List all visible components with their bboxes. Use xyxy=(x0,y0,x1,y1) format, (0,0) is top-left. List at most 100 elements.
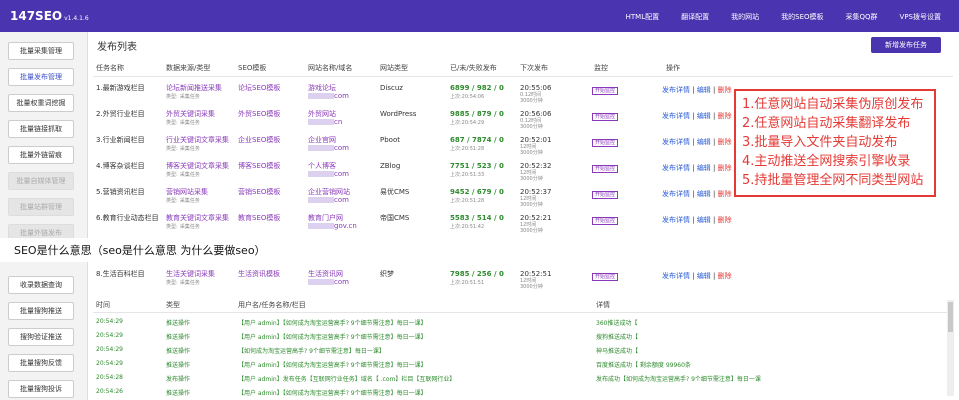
task-domain[interactable]: cn xyxy=(334,118,342,126)
monitor-button[interactable]: 开始监控 xyxy=(592,165,619,173)
task-next-publish: 20:52:37 xyxy=(520,188,552,196)
sidebar-item-link-crawl[interactable]: 批量链接抓取 xyxy=(8,120,74,138)
task-type-label: 类型: xyxy=(166,94,178,100)
task-type-label: 类型: xyxy=(166,198,178,204)
task-site-name[interactable]: 教育门户网 xyxy=(308,214,343,222)
task-site-name[interactable]: 企业营销网站 xyxy=(308,188,350,196)
task-source[interactable]: 教育关键词文章采集 xyxy=(166,214,229,222)
edit-link[interactable]: 编辑 xyxy=(697,190,711,198)
monitor-button[interactable]: 开始监控 xyxy=(592,87,619,95)
task-seo-template[interactable]: 生活资讯模板 xyxy=(238,270,280,278)
task-site-name[interactable]: 外贸网站 xyxy=(308,110,336,118)
task-domain[interactable]: com xyxy=(334,196,349,204)
monitor-button[interactable]: 开始监控 xyxy=(592,113,619,121)
task-site-name[interactable]: 企业官网 xyxy=(308,136,336,144)
publish-detail-link[interactable]: 发布详情 xyxy=(662,138,690,146)
log-detail: 发布成功【如何成为淘宝运营高手? 9个细节需注意】每日一课 xyxy=(596,376,761,383)
edit-link[interactable]: 编辑 xyxy=(697,138,711,146)
sidebar-item-site-group[interactable]: 批量站群管理 xyxy=(8,198,74,216)
delete-link[interactable]: 删除 xyxy=(718,112,732,120)
edit-link[interactable]: 编辑 xyxy=(697,112,711,120)
nav-my-seo-templates[interactable]: 我的SEO模板 xyxy=(781,12,823,22)
task-domain[interactable]: com xyxy=(334,92,349,100)
domain-blur xyxy=(308,93,334,99)
task-interval: 12时间 3000分钟 xyxy=(520,278,543,290)
delete-link[interactable]: 删除 xyxy=(718,138,732,146)
task-seo-template[interactable]: 论坛SEO模板 xyxy=(238,84,280,92)
monitor-button[interactable]: 开始监控 xyxy=(592,191,619,199)
edit-link[interactable]: 编辑 xyxy=(697,216,711,224)
task-site-name[interactable]: 游戏论坛 xyxy=(308,84,336,92)
sidebar-item-media[interactable]: 批量自媒体管理 xyxy=(8,172,74,190)
caption-overlay: SEO是什么意思（seo是什么意思 为什么要做seo） xyxy=(0,238,959,262)
delete-link[interactable]: 删除 xyxy=(718,190,732,198)
publish-detail-link[interactable]: 发布详情 xyxy=(662,190,690,198)
publish-detail-link[interactable]: 发布详情 xyxy=(662,112,690,120)
nav-my-sites[interactable]: 我的网站 xyxy=(731,12,759,22)
log-scrollbar[interactable] xyxy=(947,300,954,396)
task-seo-template[interactable]: 教育SEO模板 xyxy=(238,214,280,222)
nav-qq-group[interactable]: 采集QQ群 xyxy=(846,12,878,22)
feature-callout: 1.任意网站自动采集伪原创发布 2.任意网站自动采集翻译发布 3.批量导入文件夹… xyxy=(734,89,936,197)
log-task: 【用户 admin】【如何成为淘宝运营高手? 9个细节需注意】每日一课】 xyxy=(238,320,427,327)
domain-blur xyxy=(308,223,334,229)
task-source[interactable]: 博客关键词文章采集 xyxy=(166,162,229,170)
task-site-name[interactable]: 个人博客 xyxy=(308,162,336,170)
task-domain[interactable]: com xyxy=(334,170,349,178)
sidebar-item-sogou-complaint[interactable]: 批量搜狗投诉 xyxy=(8,380,74,398)
task-next-publish: 20:55:06 xyxy=(520,84,552,92)
edit-link[interactable]: 编辑 xyxy=(697,272,711,280)
task-last-publish: 上次:20:54:29 xyxy=(450,120,485,126)
publish-detail-link[interactable]: 发布详情 xyxy=(662,272,690,280)
task-site-type: 易优CMS xyxy=(380,188,410,196)
sidebar-item-collect[interactable]: 批量采集管理 xyxy=(8,42,74,60)
task-seo-template[interactable]: 外贸SEO模板 xyxy=(238,110,280,118)
log-time: 20:54:28 xyxy=(96,374,123,381)
nav-vps-dial[interactable]: VPS拨号设置 xyxy=(900,12,941,22)
task-source[interactable]: 外贸关键词采集 xyxy=(166,110,215,118)
nav-html-config[interactable]: HTML配置 xyxy=(626,12,659,22)
task-counts: 9885 / 879 / 0 xyxy=(450,110,504,118)
sidebar-item-backlink-trace[interactable]: 批量外链留痕 xyxy=(8,146,74,164)
task-domain[interactable]: com xyxy=(334,278,349,286)
table-row: 6.教育行业动态栏目 教育关键词文章采集 类型: 采集任务 教育SEO模板 教育门户网 g… xyxy=(96,214,732,234)
delete-link[interactable]: 删除 xyxy=(718,272,732,280)
publish-detail-link[interactable]: 发布详情 xyxy=(662,164,690,172)
publish-detail-link[interactable]: 发布详情 xyxy=(662,216,690,224)
scrollbar-thumb[interactable] xyxy=(948,302,953,332)
log-type: 推送操作 xyxy=(166,334,191,341)
monitor-button[interactable]: 开始监控 xyxy=(592,139,619,147)
sidebar-item-keyword-mining[interactable]: 批量权重词挖掘 xyxy=(8,94,74,112)
task-seo-template[interactable]: 博客SEO模板 xyxy=(238,162,280,170)
sidebar-item-index-query[interactable]: 收录数据查询 xyxy=(8,276,74,294)
sidebar-item-sogou-verify[interactable]: 搜狗验证推送 xyxy=(8,328,74,346)
new-task-button[interactable]: 新增发布任务 xyxy=(871,37,941,53)
task-source[interactable]: 论坛新闻推送采集 xyxy=(166,84,222,92)
task-site-type: Discuz xyxy=(380,84,403,92)
sidebar-item-publish[interactable]: 批量发布管理 xyxy=(8,68,74,86)
sidebar-item-sogou-push[interactable]: 批量搜狗推送 xyxy=(8,302,74,320)
edit-link[interactable]: 编辑 xyxy=(697,164,711,172)
task-site-name[interactable]: 生活资讯网 xyxy=(308,270,343,278)
delete-link[interactable]: 删除 xyxy=(718,216,732,224)
col-counts: 已/未/失败发布 xyxy=(450,64,497,72)
edit-link[interactable]: 编辑 xyxy=(697,86,711,94)
sidebar: 批量采集管理 批量发布管理 批量权重词挖掘 批量链接抓取 批量外链留痕 批量自媒… xyxy=(0,32,88,400)
publish-detail-link[interactable]: 发布详情 xyxy=(662,86,690,94)
task-seo-template[interactable]: 营销SEO模板 xyxy=(238,188,280,196)
task-domain[interactable]: gov.cn xyxy=(334,222,357,230)
sidebar-item-sogou-feedback[interactable]: 批量搜狗反馈 xyxy=(8,354,74,372)
task-last-publish: 上次:20:51:28 xyxy=(450,146,485,152)
monitor-button[interactable]: 开始监控 xyxy=(592,217,619,225)
task-domain[interactable]: com xyxy=(334,144,349,152)
table-row: 8.生活百科栏目 生活关键词采集 类型: 采集任务 生活资讯模板 生活资讯网 com 织梦 7… xyxy=(96,270,732,290)
task-source[interactable]: 生活关键词采集 xyxy=(166,270,215,278)
task-seo-template[interactable]: 企业SEO模板 xyxy=(238,136,280,144)
delete-link[interactable]: 删除 xyxy=(718,86,732,94)
monitor-button[interactable]: 开始监控 xyxy=(592,273,619,281)
task-last-publish: 上次:20:51:51 xyxy=(450,280,485,286)
task-source[interactable]: 行业关键词文章采集 xyxy=(166,136,229,144)
task-source[interactable]: 营销网站采集 xyxy=(166,188,208,196)
delete-link[interactable]: 删除 xyxy=(718,164,732,172)
nav-translate-config[interactable]: 翻译配置 xyxy=(681,12,709,22)
